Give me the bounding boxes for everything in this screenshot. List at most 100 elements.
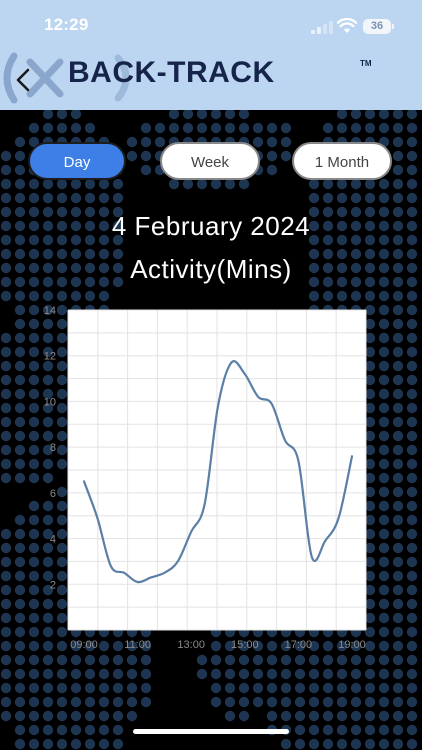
map-dot [56, 696, 68, 708]
map-dot [266, 710, 278, 722]
map-dot [280, 710, 292, 722]
map-dot [112, 738, 124, 750]
x-axis-labels: 09:00 11:00 13:00 15:00 17:00 19:00 [70, 639, 366, 651]
map-dot [392, 192, 404, 204]
y-tick-label: 2 [50, 579, 56, 591]
map-dot [364, 724, 376, 736]
map-dot [0, 696, 12, 708]
tab-day[interactable]: Day [28, 142, 126, 180]
x-tick-label: 17:00 [285, 639, 313, 651]
map-dot [84, 122, 96, 134]
map-dot [70, 696, 82, 708]
chart-date-title: 4 February 2024 [111, 211, 311, 241]
map-dot [378, 122, 390, 134]
map-dot [224, 108, 236, 120]
map-dot [126, 668, 138, 680]
map-dot [14, 668, 26, 680]
map-dot [42, 668, 54, 680]
y-tick-label: 14 [44, 305, 56, 317]
map-dot [336, 724, 348, 736]
map-dot [336, 122, 348, 134]
map-dot [196, 108, 208, 120]
map-dot [28, 738, 40, 750]
tab-1-month[interactable]: 1 Month [292, 142, 392, 180]
map-dot [98, 192, 110, 204]
map-dot [182, 122, 194, 134]
map-dot [392, 682, 404, 694]
map-dot [182, 108, 194, 120]
map-dot [392, 122, 404, 134]
status-time: 12:29 [44, 15, 89, 34]
map-dot [322, 724, 334, 736]
map-dot [196, 668, 208, 680]
map-dot [350, 738, 362, 750]
back-chevron-icon[interactable] [8, 62, 38, 96]
map-dot [308, 724, 320, 736]
cellular-signal-icon [311, 20, 333, 34]
map-dot [252, 682, 264, 694]
map-dot [84, 192, 96, 204]
map-dot [392, 724, 404, 736]
map-dot [140, 122, 152, 134]
map-dot [364, 668, 376, 680]
y-tick-label: 8 [50, 442, 56, 454]
map-dot [14, 192, 26, 204]
map-dot [140, 696, 152, 708]
home-indicator[interactable] [133, 729, 289, 734]
map-dot [322, 696, 334, 708]
map-dot [406, 738, 418, 750]
map-dot [378, 710, 390, 722]
y-tick-label: 4 [50, 534, 56, 546]
map-dot [28, 710, 40, 722]
map-dot [168, 122, 180, 134]
map-dot [42, 738, 54, 750]
map-dot [14, 724, 26, 736]
y-tick-label: 12 [44, 351, 56, 363]
map-dot [98, 682, 110, 694]
status-bar: 12:29 36 [0, 0, 422, 50]
map-dot [210, 122, 222, 134]
map-dot [350, 710, 362, 722]
map-dot [56, 668, 68, 680]
map-dot [280, 682, 292, 694]
map-dot [112, 682, 124, 694]
map-dot [336, 668, 348, 680]
map-dot [280, 738, 292, 750]
map-dot [70, 108, 82, 120]
map-dot [112, 710, 124, 722]
map-dot [42, 682, 54, 694]
map-dot [14, 710, 26, 722]
map-dot [14, 738, 26, 750]
map-dot [238, 668, 250, 680]
map-dot [406, 696, 418, 708]
map-dot [364, 682, 376, 694]
y-axis-labels: 2 4 6 8 10 12 14 [44, 305, 56, 591]
map-dot [56, 108, 68, 120]
map-dot [28, 668, 40, 680]
brand-trademark: TM [360, 59, 372, 68]
map-dot [266, 668, 278, 680]
tab-week[interactable]: Week [160, 142, 260, 180]
map-dot [238, 122, 250, 134]
period-tabs: Day Week 1 Month [0, 142, 422, 184]
map-dot [294, 724, 306, 736]
map-dot [42, 724, 54, 736]
map-dot [0, 682, 12, 694]
map-dot [0, 192, 12, 204]
map-dot [378, 696, 390, 708]
x-tick-label: 11:00 [124, 639, 151, 651]
map-dot [266, 696, 278, 708]
map-dot [56, 192, 68, 204]
activity-line-chart: 2 4 6 8 10 12 14 09:00 11:00 13:00 15:00 17:00 19:0… [44, 305, 367, 651]
map-dot [70, 668, 82, 680]
map-dot [70, 192, 82, 204]
map-dot [84, 710, 96, 722]
map-dot [266, 682, 278, 694]
x-tick-label: 15:00 [231, 639, 259, 651]
map-dot [112, 724, 124, 736]
map-dot [84, 668, 96, 680]
map-dot [350, 192, 362, 204]
map-dot [56, 122, 68, 134]
map-dot [364, 696, 376, 708]
map-dot [336, 108, 348, 120]
